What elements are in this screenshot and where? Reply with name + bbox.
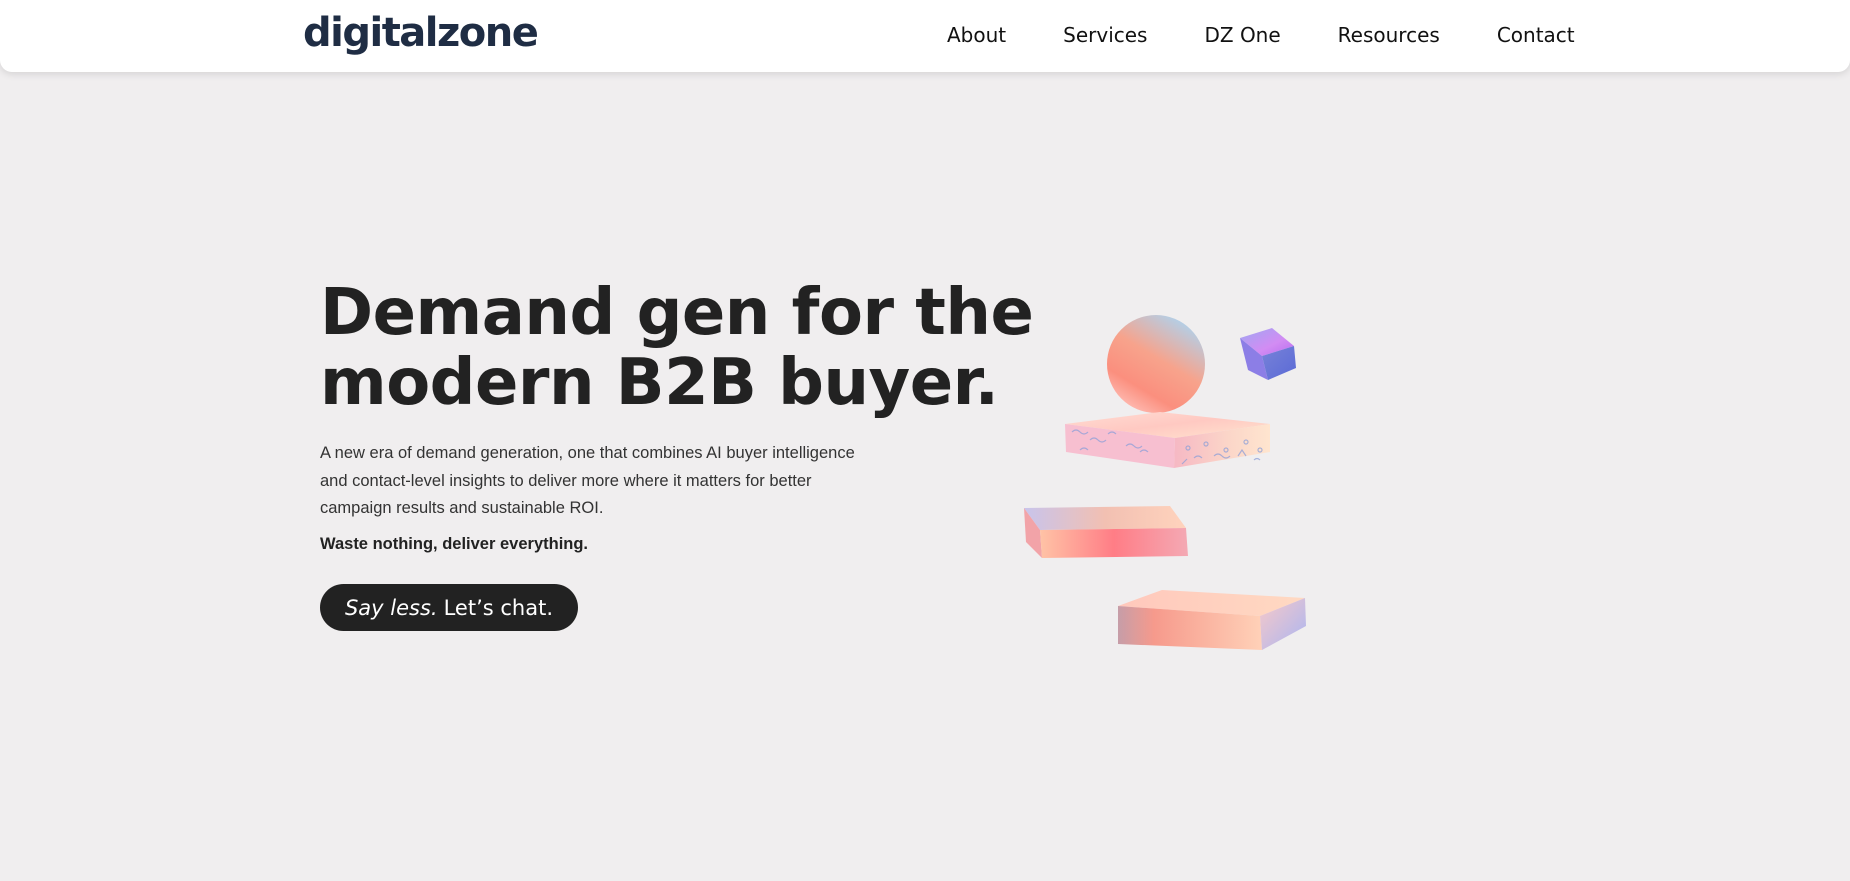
cta-emphasis-text: Say less. bbox=[344, 595, 438, 620]
hero-description-line-1: A new era of demand generation, one that… bbox=[320, 444, 855, 462]
main-nav: About Services DZ One Resources Contact bbox=[947, 22, 1575, 48]
hero-title-line-1: Demand gen for the bbox=[320, 276, 1034, 350]
hero-description-line-2: and contact-level insights to deliver mo… bbox=[320, 471, 812, 490]
lets-chat-button[interactable]: Say less. Let’s chat. bbox=[320, 584, 578, 631]
site-header: digitalzone About Services DZ One Resour… bbox=[0, 0, 1850, 72]
floating-3d-shapes-illustration bbox=[1024, 315, 1306, 650]
nav-item-dz-one[interactable]: DZ One bbox=[1204, 22, 1280, 48]
hero-description-line-3: campaign results and sustainable ROI. bbox=[320, 499, 604, 517]
nav-item-contact[interactable]: Contact bbox=[1497, 22, 1575, 48]
hero-title-line-2: modern B2B buyer. bbox=[320, 346, 999, 420]
nav-item-about[interactable]: About bbox=[947, 22, 1006, 48]
cta-text: Let’s chat. bbox=[443, 595, 554, 620]
nav-item-resources[interactable]: Resources bbox=[1338, 22, 1440, 48]
page: digitalzone About Services DZ One Resour… bbox=[0, 0, 1850, 881]
hero-tagline: Waste nothing, deliver everything. bbox=[320, 535, 589, 553]
digitalzone-logo[interactable]: digitalzone bbox=[303, 8, 539, 58]
hero-title: Demand gen for the modern B2B buyer. bbox=[320, 276, 1034, 420]
hero-description: A new era of demand generation, one that… bbox=[320, 440, 880, 523]
nav-item-services[interactable]: Services bbox=[1063, 22, 1147, 48]
